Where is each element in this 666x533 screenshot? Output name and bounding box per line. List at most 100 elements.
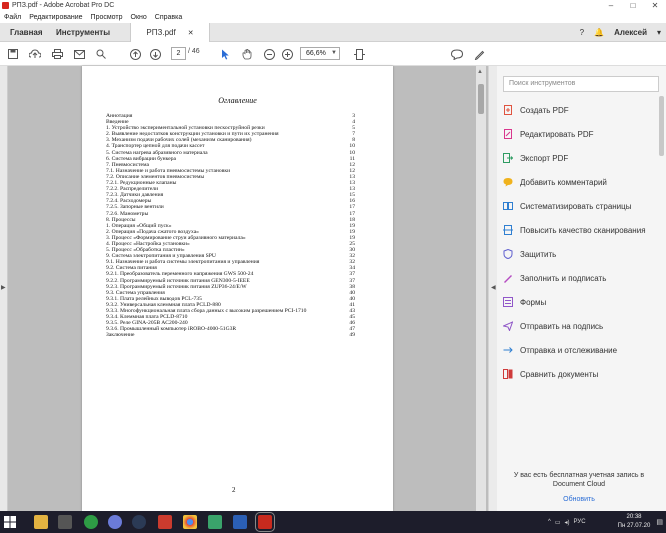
tool-send-track[interactable]: Отправка и отслеживание [503, 340, 663, 360]
language-indicator[interactable]: РУС [574, 519, 586, 525]
utorrent-icon[interactable] [84, 515, 98, 529]
page-total: / 46 [188, 48, 200, 55]
select-cursor-icon[interactable] [218, 46, 232, 62]
tool-comment[interactable]: Добавить комментарий [503, 172, 663, 192]
tool-label: Систематизировать страницы [520, 201, 632, 211]
tools-pane-scrollbar[interactable] [659, 66, 664, 511]
help-icon[interactable]: ? [580, 28, 584, 37]
steam-icon[interactable] [132, 515, 146, 529]
toc-heading: Оглавление [218, 96, 257, 105]
comment-icon[interactable] [450, 46, 464, 62]
create-pdf-icon [503, 105, 513, 115]
network-icon[interactable]: ▭ [555, 519, 561, 526]
menu-help[interactable]: Справка [155, 14, 182, 21]
tool-edit-pdf[interactable]: Редактировать PDF [503, 124, 663, 144]
tool-send-sign[interactable]: Отправить на подпись [503, 316, 663, 336]
tools-pane-edge[interactable]: ◀ [489, 66, 497, 511]
volume-icon[interactable]: ◂) [565, 519, 570, 526]
fit-page-icon[interactable] [352, 46, 366, 62]
collapse-tools-pane-icon[interactable]: ◀ [491, 284, 496, 291]
expand-left-pane-icon[interactable]: ▶ [1, 284, 6, 291]
close-button[interactable]: ✕ [644, 0, 666, 11]
tab-document-label: РПЗ.pdf [146, 28, 176, 37]
compare-icon [503, 369, 513, 379]
save-icon[interactable] [6, 46, 20, 62]
tool-label: Защитить [520, 249, 557, 259]
promo-text: У вас есть бесплатная учетная запись в D… [513, 472, 645, 488]
organize-pages-icon [503, 201, 513, 211]
document-scrollbar-thumb[interactable] [478, 84, 484, 114]
tray-expand-icon[interactable]: ^ [548, 519, 551, 525]
tool-create-pdf[interactable]: Создать PDF [503, 100, 663, 120]
action-center-icon[interactable]: ▤ [656, 518, 663, 526]
clock-time: 20:38 [626, 514, 642, 520]
tool-label: Отправить на подпись [520, 321, 604, 331]
tool-label: Формы [520, 297, 547, 307]
tool-export-pdf[interactable]: Экспорт PDF [503, 148, 663, 168]
taskbar-app-icon-2[interactable] [208, 515, 222, 529]
print-icon[interactable] [50, 46, 64, 62]
tool-organize-pages[interactable]: Систематизировать страницы [503, 196, 663, 216]
tab-bar: Главная Инструменты РПЗ.pdf ✕ ? 🔔 Алексе… [0, 23, 666, 42]
send-sign-icon [503, 321, 513, 331]
tool-fill-sign[interactable]: Заполнить и подписать [503, 268, 663, 288]
comment-icon [503, 177, 513, 187]
upgrade-link[interactable]: Обновить [499, 495, 659, 504]
zoom-in-icon[interactable] [280, 46, 294, 62]
tool-protect[interactable]: Защитить [503, 244, 663, 264]
upload-cloud-icon[interactable] [28, 46, 42, 62]
tab-tools[interactable]: Инструменты [48, 23, 118, 42]
hand-tool-icon[interactable] [240, 46, 254, 62]
tool-forms[interactable]: Формы [503, 292, 663, 312]
notifications-icon[interactable]: 🔔 [594, 28, 604, 37]
tool-label: Экспорт PDF [520, 153, 569, 163]
zoom-level-value: 66,6% [306, 50, 326, 57]
document-viewport[interactable]: ▶ Оглавление Аннотация 3 Введение 4 1. Устро… [0, 66, 488, 511]
tools-search-input[interactable]: Поиск инструментов [503, 76, 659, 92]
menu-window[interactable]: Окно [131, 14, 147, 21]
menu-file[interactable]: Файл [4, 14, 21, 21]
file-explorer-icon[interactable] [34, 515, 48, 529]
windows-start-icon[interactable] [4, 516, 16, 528]
previous-page-icon[interactable] [128, 46, 142, 62]
tab-document[interactable]: РПЗ.pdf ✕ [130, 23, 210, 42]
zoom-level-select[interactable]: 66,6% ▼ [300, 47, 340, 60]
document-cloud-promo: У вас есть бесплатная учетная запись в D… [499, 471, 659, 503]
system-tray: ^ ▭ ◂) РУС [548, 511, 586, 533]
taskbar-app-icon[interactable] [58, 515, 72, 529]
zoom-dropdown-chevron-icon: ▼ [331, 50, 337, 56]
document-scrollbar[interactable]: ▲ [476, 66, 486, 511]
tab-home[interactable]: Главная [2, 23, 51, 42]
discord-icon[interactable] [108, 515, 122, 529]
tools-pane-scrollbar-thumb[interactable] [659, 96, 664, 156]
next-page-icon[interactable] [148, 46, 162, 62]
page-number-input[interactable]: 2 [171, 47, 186, 60]
maximize-button[interactable]: □ [622, 0, 644, 11]
search-icon[interactable] [94, 46, 108, 62]
tool-compare[interactable]: Сравнить документы [503, 364, 663, 384]
user-menu-chevron-icon[interactable]: ▾ [657, 28, 661, 37]
taskbar-clock[interactable]: 20:38 Пн 27.07.20 [616, 513, 652, 531]
close-tab-icon[interactable]: ✕ [188, 29, 194, 37]
menu-view[interactable]: Просмотр [91, 14, 123, 21]
menu-edit[interactable]: Редактирование [29, 14, 82, 21]
tool-enhance-scan[interactable]: Повысить качество сканирования [503, 220, 663, 240]
email-icon[interactable] [72, 46, 86, 62]
acrobat-app-icon [2, 2, 9, 9]
acrobat-taskbar-icon[interactable] [255, 512, 275, 532]
menu-bar: Файл Редактирование Просмотр Окно Справк… [0, 11, 666, 23]
user-name[interactable]: Алексей [614, 28, 647, 37]
word-icon[interactable] [233, 515, 247, 529]
toc-row[interactable]: Заключение 49 [106, 332, 355, 338]
zoom-out-icon[interactable] [262, 46, 276, 62]
send-track-icon [503, 345, 513, 355]
edit-pdf-icon [503, 129, 513, 139]
left-pane-collapsed[interactable]: ▶ [0, 66, 8, 511]
minimize-button[interactable]: – [600, 0, 622, 11]
highlight-pen-icon[interactable] [472, 46, 486, 62]
chrome-icon[interactable] [183, 515, 197, 529]
scroll-up-icon[interactable]: ▲ [477, 69, 483, 75]
toc-entry-page: 49 [349, 332, 355, 339]
office-icon[interactable] [158, 515, 172, 529]
tool-label: Повысить качество сканирования [520, 225, 646, 235]
